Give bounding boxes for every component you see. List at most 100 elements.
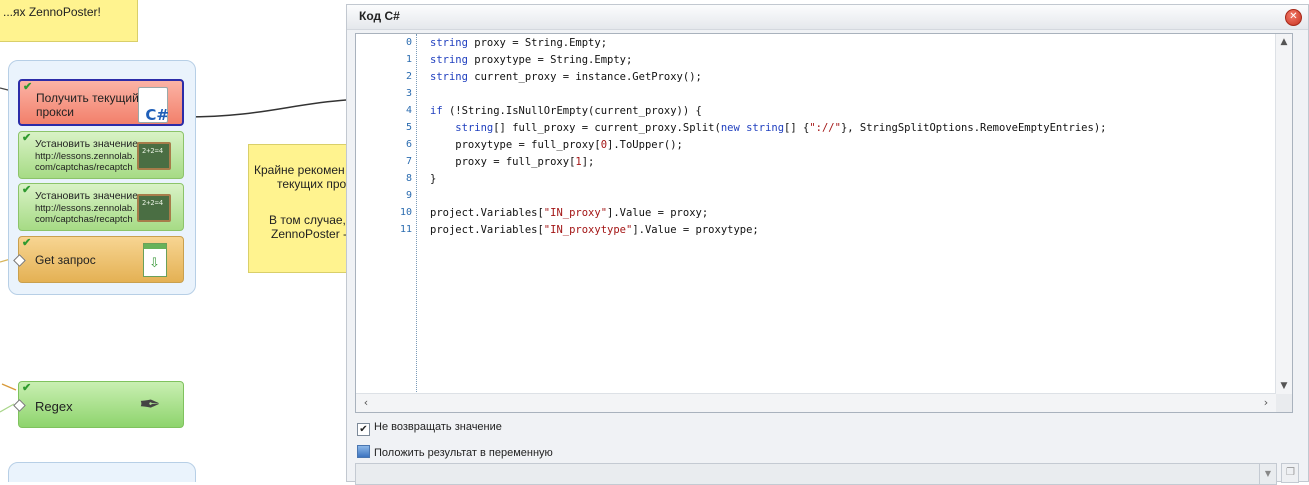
line-number-gutter: 0 1 2 3 4 5 6 7 8 9 10 11: [356, 34, 417, 394]
no-return-option[interactable]: ✔ Не возвращать значение: [357, 421, 502, 436]
horizontal-scrollbar[interactable]: ‹ ›: [356, 393, 1276, 412]
code-token: }: [430, 173, 437, 185]
chalkboard-icon: 2+2=4: [137, 142, 171, 170]
action-regex[interactable]: ✔ Regex ✒: [13, 381, 184, 428]
scroll-up-icon[interactable]: ▲: [1276, 34, 1292, 50]
code-line: if (!String.IsNullOrEmpty(current_proxy)…: [430, 105, 702, 117]
action-label: Получить текущий: [36, 91, 139, 105]
line-number: 4: [405, 105, 412, 116]
action-label: http://lessons.zennolab.: [35, 151, 135, 162]
code-token: new: [720, 122, 740, 134]
action-get-request[interactable]: ✔ Get запрос ⇩: [13, 236, 184, 283]
code-line: project.Variables["IN_proxy"].Value = pr…: [430, 207, 708, 219]
code-line: string proxytype = String.Empty;: [430, 54, 632, 66]
dialog-titlebar[interactable]: Код C# ✕: [347, 5, 1308, 30]
note-line: В том случае,: [269, 213, 346, 227]
action-label: com/captchas/recaptch: [35, 214, 133, 225]
put-result-option[interactable]: Положить результат в переменную: [357, 445, 553, 459]
code-token: proxytype = full_proxy[: [430, 139, 601, 151]
code-token: proxy = full_proxy[: [430, 156, 576, 168]
code-token: current_proxy = instance.GetProxy();: [467, 71, 702, 83]
action-label: Get запрос: [35, 253, 96, 267]
scrollbar-corner: [1276, 394, 1292, 412]
code-token: string: [430, 37, 468, 49]
code-token: ].Value = proxy;: [607, 207, 709, 219]
code-token: "IN_proxytype": [543, 224, 633, 236]
code-token: project.Variables[: [430, 207, 544, 219]
code-token: (!String.IsNullOrEmpty(current_proxy)) {: [442, 105, 702, 117]
line-number: 7: [405, 156, 412, 167]
line-number: 11: [399, 224, 412, 235]
code-token: [] {: [784, 122, 810, 134]
scroll-down-icon[interactable]: ▼: [1276, 378, 1292, 394]
code-token: string: [746, 122, 785, 134]
action-set-value-2[interactable]: ✔ Установить значение http://lessons.zen…: [18, 183, 184, 231]
code-editor[interactable]: 0 1 2 3 4 5 6 7 8 9 10 11 string proxy = String.Emp…: [355, 33, 1293, 413]
copy-icon: ❐: [1286, 467, 1295, 478]
sticky-note-top[interactable]: ...ях ZennoPoster!: [0, 0, 138, 42]
line-number: 10: [399, 207, 412, 218]
action-set-value-1[interactable]: ✔ Установить значение http://lessons.zen…: [18, 131, 184, 179]
line-number: 6: [405, 139, 412, 150]
put-result-checkbox[interactable]: [357, 445, 370, 458]
project-canvas[interactable]: ...ях ZennoPoster! ✔ Получить текущий пр…: [0, 0, 346, 482]
note-line: ZennoPoster -: [271, 227, 346, 241]
line-number: 5: [405, 122, 412, 133]
code-line: string current_proxy = instance.GetProxy…: [430, 71, 702, 83]
code-token: [] full_proxy = current_proxy.Split(: [493, 122, 721, 134]
chalkboard-icon: 2+2=4: [137, 194, 171, 222]
code-line: project.Variables["IN_proxytype"].Value …: [430, 224, 759, 236]
note-line: Крайне рекомен: [254, 163, 345, 177]
check-icon: ✔: [23, 81, 33, 93]
csharp-file-icon: C#: [138, 87, 169, 124]
code-token: if: [430, 105, 443, 117]
check-icon: ✔: [22, 132, 32, 144]
no-return-checkbox[interactable]: ✔: [357, 423, 370, 436]
check-icon: ✔: [22, 184, 32, 196]
action-label: http://lessons.zennolab.: [35, 203, 135, 214]
line-number: 1: [405, 54, 412, 65]
action-label: Установить значение: [35, 190, 139, 202]
line-number: 2: [405, 71, 412, 82]
vertical-scrollbar[interactable]: ▲ ▼: [1275, 34, 1292, 394]
action-label: Regex: [35, 399, 73, 414]
put-result-label: Положить результат в переменную: [374, 447, 553, 459]
note-line: текущих прок: [277, 177, 346, 191]
code-token: string: [455, 122, 494, 134]
code-line: proxytype = full_proxy[0].ToUpper();: [430, 139, 683, 151]
copy-button[interactable]: ❐: [1281, 463, 1299, 483]
check-icon: ✔: [22, 382, 32, 394]
code-line: proxy = full_proxy[1];: [430, 156, 594, 168]
code-line: }: [430, 173, 436, 185]
no-return-label: Не возвращать значение: [374, 421, 502, 433]
scroll-left-icon[interactable]: ‹: [358, 394, 374, 412]
pen-nib-icon: ✒: [139, 390, 161, 420]
code-line: string[] full_proxy = current_proxy.Spli…: [430, 122, 1106, 134]
code-token: proxytype = String.Empty;: [467, 54, 633, 66]
download-page-icon: ⇩: [143, 243, 167, 277]
action-label: Установить значение: [35, 138, 139, 150]
action-get-current-proxy[interactable]: ✔ Получить текущий прокси C#: [18, 79, 184, 126]
dialog-title: Код C#: [359, 9, 400, 23]
code-token: proxy = String.Empty;: [467, 37, 608, 49]
dropdown-arrow-icon[interactable]: ▼: [1259, 464, 1276, 484]
line-number: 3: [405, 88, 412, 99]
code-token: }, StringSplitOptions.RemoveEmptyEntries…: [840, 122, 1107, 134]
action-group-2[interactable]: [8, 462, 196, 482]
code-dialog: Код C# ✕ 0 1 2 3 4 5 6 7 8 9 10 11 string proxy = S…: [346, 4, 1309, 485]
code-line: string proxy = String.Empty;: [430, 37, 607, 49]
code-token: string: [430, 71, 468, 83]
action-label: com/captchas/recaptch: [35, 162, 133, 173]
close-icon[interactable]: ✕: [1285, 9, 1302, 26]
scroll-right-icon[interactable]: ›: [1258, 394, 1274, 412]
check-icon: ✔: [22, 237, 32, 249]
code-token: "://": [809, 122, 841, 134]
note-line: ...ях ZennoPoster!: [3, 5, 101, 19]
sticky-note-middle[interactable]: Крайне рекомен текущих прок В том случае…: [248, 144, 346, 273]
code-token: ].Value = proxytype;: [632, 224, 759, 236]
code-token: "IN_proxy": [543, 207, 608, 219]
line-number: 8: [405, 173, 412, 184]
line-number: 9: [405, 190, 412, 201]
code-token: ].ToUpper();: [607, 139, 683, 151]
